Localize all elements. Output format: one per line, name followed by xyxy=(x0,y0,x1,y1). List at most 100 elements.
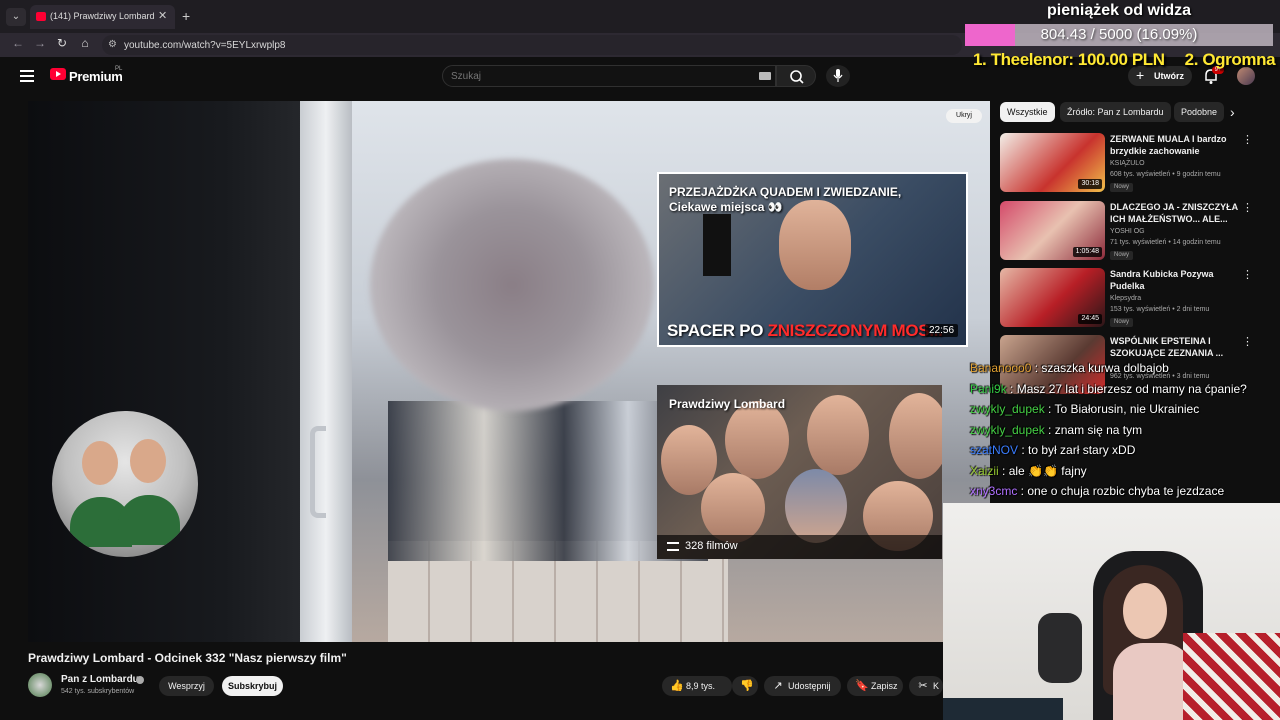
webcam-keyboard xyxy=(943,698,1063,720)
like-button[interactable]: 👍 8,9 tys. xyxy=(662,676,732,696)
video-thumbnail[interactable]: 24:45 xyxy=(1000,268,1105,327)
chip-similar[interactable]: Podobne xyxy=(1174,102,1225,122)
video-frame-handle xyxy=(310,426,326,518)
menu-icon[interactable] xyxy=(20,70,34,82)
recommended-video[interactable]: 1:05:48 DLACZEGO JA - ZNISZCZYŁA ICH MAŁ… xyxy=(1000,201,1256,261)
video-channel[interactable]: YOSHI OG xyxy=(1110,228,1145,235)
chat-username: Bananooo0 xyxy=(970,361,1032,375)
recommended-video[interactable]: 30:18 ZERWANE MUALA I bardzo brzydkie za… xyxy=(1000,133,1256,193)
chat-message: zwykly_dupek : znam się na tym xyxy=(970,422,1143,437)
top-donor-2: 2. Ogromna xyxy=(1184,50,1276,69)
chat-text: Masz 27 lat i bierzesz od mamy na ćpanie… xyxy=(1016,381,1247,396)
channel-avatar[interactable] xyxy=(28,673,52,697)
donation-progress-text: 804.43 / 5000 (16.09%) xyxy=(1040,26,1198,43)
channel-logo-overlay xyxy=(52,411,198,557)
end-screen-video-card[interactable]: PRZEJAŻDŻKA QUADEM I ZWIEDZANIE, Ciekawe… xyxy=(657,172,968,347)
chip-source[interactable]: Źródło: Pan z Lombardu xyxy=(1060,102,1171,122)
keyboard-icon[interactable] xyxy=(759,72,771,80)
tab-list-button[interactable]: ⌄ xyxy=(6,8,26,26)
url-field[interactable]: ⚙ youtube.com/watch?v=5EYLxrwplp8 xyxy=(102,35,962,55)
video-frame-doorframe xyxy=(300,101,352,642)
video-meta: 608 tys. wyświetleń • 9 godzin temu xyxy=(1110,171,1221,178)
donation-goal-overlay: pieniążek od widza 804.43 / 5000 (16.09%… xyxy=(965,0,1280,72)
dislike-button[interactable]: 👎 xyxy=(732,676,758,696)
webcam-body xyxy=(1113,643,1193,720)
card-duration: 22:56 xyxy=(925,324,959,337)
chat-text: szaszka kurwa dolbajob xyxy=(1041,361,1169,375)
more-options-icon[interactable]: ⋮ xyxy=(1242,135,1253,146)
scissors-icon: ✂ xyxy=(918,680,928,692)
recommended-video[interactable]: 24:45 Sandra Kubicka Pozywa Pudelka Klep… xyxy=(1000,268,1256,328)
like-count: 8,9 tys. xyxy=(686,681,716,691)
video-channel[interactable]: KSIĄŻULO xyxy=(1110,160,1145,167)
blurred-face xyxy=(370,159,654,411)
youtube-favicon-icon xyxy=(36,12,46,21)
search-button[interactable] xyxy=(776,65,816,87)
sidebar-filter-chips: Wszystkie Źródło: Pan z Lombardu Podobne… xyxy=(1000,102,1270,122)
share-button[interactable]: ↗ Udostępnij xyxy=(764,676,841,696)
chat-message: Bananooo0 : szaszka kurwa dolbajob xyxy=(970,361,1169,375)
subscribe-button[interactable]: Subskrybuj xyxy=(222,676,283,696)
chat-message: szatNOV : to był zarł stary xDD xyxy=(970,443,1136,457)
clip-button[interactable]: ✂ K xyxy=(909,676,943,696)
video-title[interactable]: DLACZEGO JA - ZNISZCZYŁA ICH MAŁŻEŃSTWO.… xyxy=(1110,201,1238,225)
reload-icon[interactable]: ↻ xyxy=(54,36,70,50)
forward-icon[interactable]: → xyxy=(32,36,48,50)
chat-username: xny3cmc xyxy=(970,484,1018,498)
thumbs-down-icon: 👎 xyxy=(740,680,754,692)
playlist-count-bar: 328 filmów xyxy=(657,535,942,559)
site-info-icon[interactable]: ⚙ xyxy=(108,39,117,50)
search-box xyxy=(442,65,776,87)
chat-message: zwykly_dupek : To Białorusin, nie Ukrain… xyxy=(970,402,1200,416)
more-options-icon[interactable]: ⋮ xyxy=(1242,337,1253,348)
top-donors: 1. Theelenor: 100.00 PLN 2. Ogromna xyxy=(973,50,1276,70)
save-label: Zapisz xyxy=(871,681,898,691)
video-meta: 153 tys. wyświetleń • 2 dni temu xyxy=(1110,306,1210,313)
video-thumbnail[interactable]: 1:05:48 xyxy=(1000,201,1105,260)
chat-username: Xaizii xyxy=(970,463,999,478)
tab-close-icon[interactable]: ✕ xyxy=(158,9,167,22)
create-label: Utwórz xyxy=(1154,71,1184,81)
voice-search-button[interactable] xyxy=(826,65,850,87)
channel-name[interactable]: Pan z Lombardu xyxy=(61,674,139,685)
donation-goal-title: pieniążek od widza xyxy=(1047,2,1192,19)
video-title[interactable]: ZERWANE MUALA I bardzo brzydkie zachowan… xyxy=(1110,133,1238,157)
video-channel[interactable]: Klepsydra xyxy=(1110,295,1141,302)
end-screen-playlist-card[interactable]: Prawdziwy Lombard 328 filmów xyxy=(657,385,942,559)
support-button[interactable]: Wesprzyj xyxy=(159,676,214,696)
chat-username: Pani9k xyxy=(970,381,1007,396)
more-options-icon[interactable]: ⋮ xyxy=(1242,270,1253,281)
video-title[interactable]: WSPÓLNIK EPSTEINA I SZOKUJĄCE ZEZNANIA .… xyxy=(1110,335,1238,359)
hide-end-screen-button[interactable]: Ukryj xyxy=(946,109,982,123)
browser-tab[interactable]: (141) Prawdziwy Lombard ✕ xyxy=(30,5,175,29)
chat-username: zwykly_dupek xyxy=(970,402,1045,416)
more-options-icon[interactable]: ⋮ xyxy=(1242,203,1253,214)
chat-text: ale 👏👏 fajny xyxy=(1008,463,1087,478)
chat-text: To Białorusin, nie Ukrainiec xyxy=(1054,402,1200,416)
video-duration: 30:18 xyxy=(1078,179,1102,189)
home-icon[interactable]: ⌂ xyxy=(77,36,93,50)
subscriber-count: 542 tys. subskrybentów xyxy=(61,688,135,695)
country-code: PL xyxy=(115,66,123,72)
chat-username: szatNOV xyxy=(970,443,1019,457)
video-frame-door xyxy=(28,101,308,642)
share-icon: ↗ xyxy=(773,680,783,692)
video-duration: 1:05:48 xyxy=(1072,247,1102,257)
back-icon[interactable]: ← xyxy=(10,36,26,50)
youtube-logo-icon[interactable] xyxy=(50,68,66,80)
video-title: Prawdziwy Lombard - Odcinek 332 "Nasz pi… xyxy=(28,651,347,665)
new-tab-button[interactable]: + xyxy=(182,8,190,24)
video-thumbnail[interactable]: 30:18 xyxy=(1000,133,1105,192)
search-input[interactable] xyxy=(451,69,741,83)
thumbs-up-icon: 👍 xyxy=(670,680,684,692)
url-text: youtube.com/watch?v=5EYLxrwplp8 xyxy=(124,40,286,51)
playlist-title: Prawdziwy Lombard xyxy=(669,397,786,411)
save-button[interactable]: 🔖 Zapisz xyxy=(847,676,903,696)
chat-text: znam się na tym xyxy=(1054,422,1143,437)
new-badge: Nowy xyxy=(1110,183,1134,192)
microphone-icon xyxy=(833,69,843,82)
video-duration: 24:45 xyxy=(1078,314,1102,324)
video-title[interactable]: Sandra Kubicka Pozywa Pudelka xyxy=(1110,268,1238,292)
chevron-right-icon[interactable]: › xyxy=(1230,104,1235,120)
chip-all[interactable]: Wszystkie xyxy=(1000,102,1055,122)
